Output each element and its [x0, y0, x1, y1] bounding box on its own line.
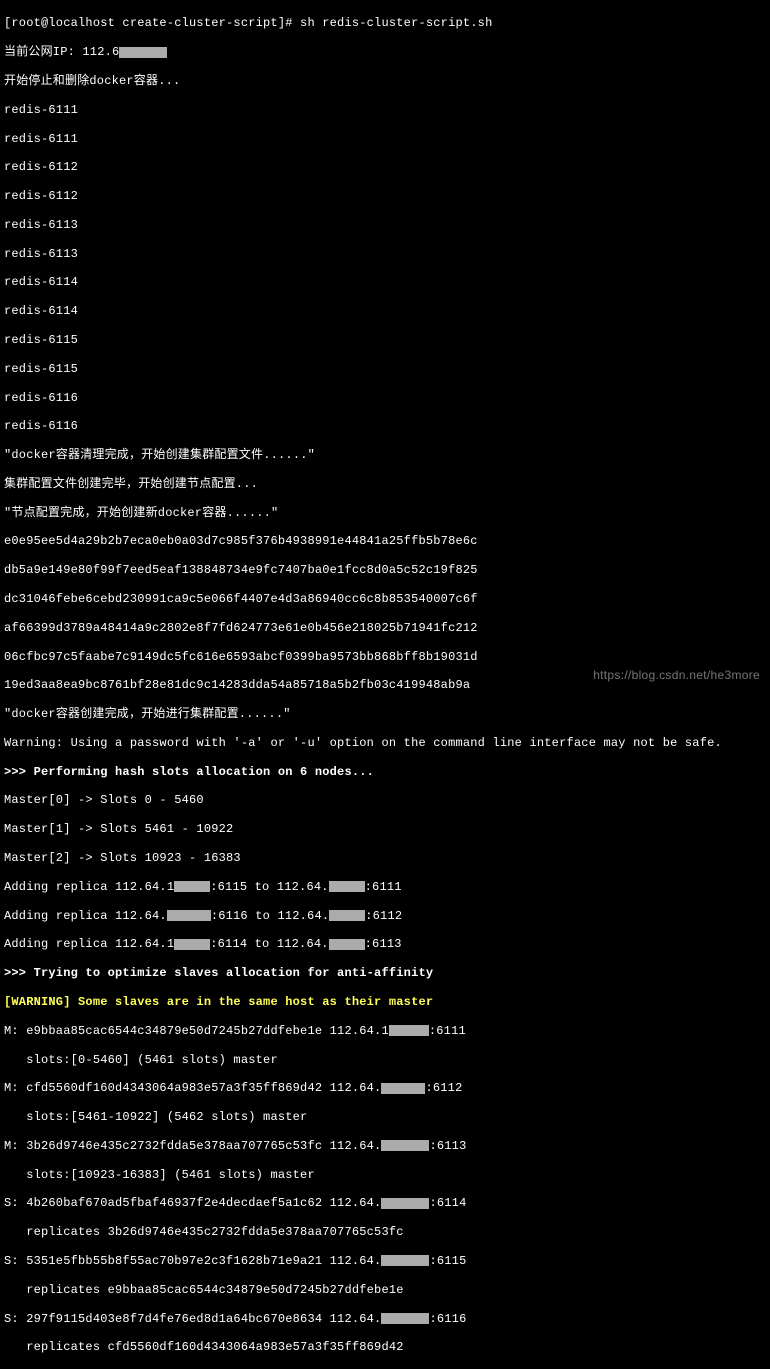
- node-line: S: 5351e5fbb55b8f55ac70b97e2c3f1628b71e9…: [4, 1254, 766, 1268]
- masked-ip: [329, 910, 365, 921]
- masked-ip: [329, 939, 365, 950]
- ip-line: 当前公网IP: 112.6: [4, 45, 766, 59]
- redis-line: redis-6111: [4, 103, 766, 117]
- hash-alloc-header: >>> Performing hash slots allocation on …: [4, 765, 766, 779]
- watermark-text: https://blog.csdn.net/he3more: [593, 668, 760, 682]
- node-line: M: e9bbaa85cac6544c34879e50d7245b27ddfeb…: [4, 1024, 766, 1038]
- hash-line: af66399d3789a48414a9c2802e8f7fd624773e61…: [4, 621, 766, 635]
- masked-ip: [329, 881, 365, 892]
- redis-line: redis-6112: [4, 160, 766, 174]
- masked-ip: [381, 1083, 425, 1094]
- replica-line: Adding replica 112.64. :6116 to 112.64. …: [4, 909, 766, 923]
- node-sub-line: replicates 3b26d9746e435c2732fdda5e378aa…: [4, 1225, 766, 1239]
- masked-ip: [381, 1313, 429, 1324]
- hash-line: db5a9e149e80f99f7eed5eaf138848734e9fc740…: [4, 563, 766, 577]
- warn-password: Warning: Using a password with '-a' or '…: [4, 736, 766, 750]
- redis-line: redis-6112: [4, 189, 766, 203]
- masked-ip: [167, 910, 211, 921]
- hash-line: 06cfbc97c5faabe7c9149dc5fc616e6593abcf03…: [4, 650, 766, 664]
- hash-line: dc31046febe6cebd230991ca9c5e066f4407e4d3…: [4, 592, 766, 606]
- node-sub-line: slots:[10923-16383] (5461 slots) master: [4, 1168, 766, 1182]
- master-line: Master[0] -> Slots 0 - 5460: [4, 793, 766, 807]
- masked-ip: [119, 47, 167, 58]
- warn-same-host: [WARNING] Some slaves are in the same ho…: [4, 995, 766, 1009]
- msg-config-done: 集群配置文件创建完毕，开始创建节点配置...: [4, 477, 766, 491]
- shell-prompt: [root@localhost create-cluster-script]# …: [4, 16, 766, 30]
- msg-cleanup: "docker容器清理完成，开始创建集群配置文件......": [4, 448, 766, 462]
- redis-line: redis-6113: [4, 247, 766, 261]
- masked-ip: [381, 1198, 429, 1209]
- redis-line: redis-6116: [4, 419, 766, 433]
- terminal-output[interactable]: [root@localhost create-cluster-script]# …: [4, 2, 766, 1369]
- masked-ip: [381, 1140, 429, 1151]
- node-line: M: cfd5560df160d4343064a983e57a3f35ff869…: [4, 1081, 766, 1095]
- redis-line: redis-6116: [4, 391, 766, 405]
- node-line: S: 4b260baf670ad5fbaf46937f2e4decdaef5a1…: [4, 1196, 766, 1210]
- masked-ip: [381, 1255, 429, 1266]
- node-line: S: 297f9115d403e8f7d4fe76ed8d1a64bc670e8…: [4, 1312, 766, 1326]
- redis-line: redis-6115: [4, 362, 766, 376]
- node-sub-line: slots:[5461-10922] (5462 slots) master: [4, 1110, 766, 1124]
- redis-line: redis-6114: [4, 304, 766, 318]
- masked-ip: [174, 881, 210, 892]
- master-line: Master[1] -> Slots 5461 - 10922: [4, 822, 766, 836]
- node-sub-line: replicates cfd5560df160d4343064a983e57a3…: [4, 1340, 766, 1354]
- redis-line: redis-6111: [4, 132, 766, 146]
- node-line: M: 3b26d9746e435c2732fdda5e378aa707765c5…: [4, 1139, 766, 1153]
- masked-ip: [389, 1025, 429, 1036]
- msg-stop-delete: 开始停止和删除docker容器...: [4, 74, 766, 88]
- redis-line: redis-6113: [4, 218, 766, 232]
- optimize-header: >>> Trying to optimize slaves allocation…: [4, 966, 766, 980]
- msg-create-done: "docker容器创建完成，开始进行集群配置......": [4, 707, 766, 721]
- masked-ip: [174, 939, 210, 950]
- node-sub-line: replicates e9bbaa85cac6544c34879e50d7245…: [4, 1283, 766, 1297]
- node-sub-line: slots:[0-5460] (5461 slots) master: [4, 1053, 766, 1067]
- master-line: Master[2] -> Slots 10923 - 16383: [4, 851, 766, 865]
- hash-line: e0e95ee5d4a29b2b7eca0eb0a03d7c985f376b49…: [4, 534, 766, 548]
- replica-line: Adding replica 112.64.1 :6114 to 112.64.…: [4, 937, 766, 951]
- redis-line: redis-6114: [4, 275, 766, 289]
- redis-line: redis-6115: [4, 333, 766, 347]
- replica-line: Adding replica 112.64.1 :6115 to 112.64.…: [4, 880, 766, 894]
- msg-node-done: "节点配置完成，开始创建新docker容器......": [4, 506, 766, 520]
